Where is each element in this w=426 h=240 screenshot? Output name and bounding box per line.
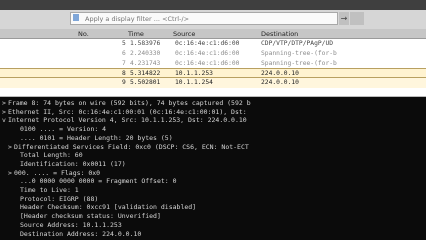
- tree-item-version[interactable]: 0100 .... = Version: 4: [14, 125, 106, 134]
- tree-item-protocol[interactable]: Protocol: EIGRP (88): [14, 195, 98, 204]
- tree-item-fragment-offset[interactable]: ...0 0000 0000 0000 = Fragment Offset: 0: [14, 177, 177, 186]
- tree-item-dsfield[interactable]: > Differentiated Services Field: 0xc0 (DS…: [8, 143, 249, 152]
- tree-item-total-length[interactable]: Total Length: 60: [14, 151, 83, 160]
- display-filter-field[interactable]: [70, 12, 338, 25]
- filter-dropdown-button[interactable]: [350, 12, 364, 25]
- tree-item-checksum[interactable]: Header Checksum: 0xcc91 [validation disa…: [14, 203, 196, 212]
- packet-row[interactable]: 6 2.240330 0c:16:4e:c1:d6:00 Spanning-tr…: [0, 49, 426, 59]
- packet-row[interactable]: 5 1.583976 0c:16:4e:c1:d6:00 CDP/VTP/DTP…: [0, 39, 426, 49]
- packet-list: 5 1.583976 0c:16:4e:c1:d6:00 CDP/VTP/DTP…: [0, 39, 426, 89]
- column-no[interactable]: No.: [78, 30, 89, 38]
- main-toolbar: [0, 0, 426, 10]
- column-destination[interactable]: Destination: [261, 30, 298, 38]
- tree-item-ipv4[interactable]: v Internet Protocol Version 4, Src: 10.1.…: [2, 116, 247, 125]
- tree-item-flags[interactable]: >000. .... = Flags: 0x0: [8, 169, 100, 178]
- packet-list-header: No. Time Source Destination: [0, 29, 426, 39]
- apply-filter-button[interactable]: →: [339, 12, 349, 25]
- tree-item-checksum-status[interactable]: [Header checksum status: Unverified]: [14, 212, 161, 221]
- tree-item-ethernet[interactable]: > Ethernet II, Src: 0c:16:4e:c1:00:01 (0c…: [2, 108, 247, 117]
- tree-item-frame[interactable]: > Frame 8: 74 bytes on wire (592 bits), 7…: [2, 99, 251, 108]
- packet-row-selected[interactable]: 8 5.314822 10.1.1.253 224.0.0.10: [0, 68, 426, 78]
- pane-splitter[interactable]: [0, 89, 426, 97]
- column-source[interactable]: Source: [173, 30, 195, 38]
- tree-item-ttl[interactable]: Time to Live: 1: [14, 186, 79, 195]
- display-filter-input[interactable]: [85, 13, 325, 24]
- column-time[interactable]: Time: [128, 30, 144, 38]
- packet-details-tree: > Frame 8: 74 bytes on wire (592 bits), 7…: [0, 97, 426, 240]
- filter-bookmark-icon[interactable]: [73, 14, 79, 21]
- packet-row[interactable]: 9 5.502801 10.1.1.254 224.0.0.10: [0, 78, 426, 88]
- tree-item-identification[interactable]: Identification: 0x0011 (17): [14, 160, 126, 169]
- tree-item-source-address[interactable]: Source Address: 10.1.1.253: [14, 221, 122, 230]
- tree-item-destination-address[interactable]: Destination Address: 224.0.0.10: [14, 230, 141, 239]
- tree-item-header-length[interactable]: .... 0101 = Header Length: 20 bytes (5): [14, 134, 173, 143]
